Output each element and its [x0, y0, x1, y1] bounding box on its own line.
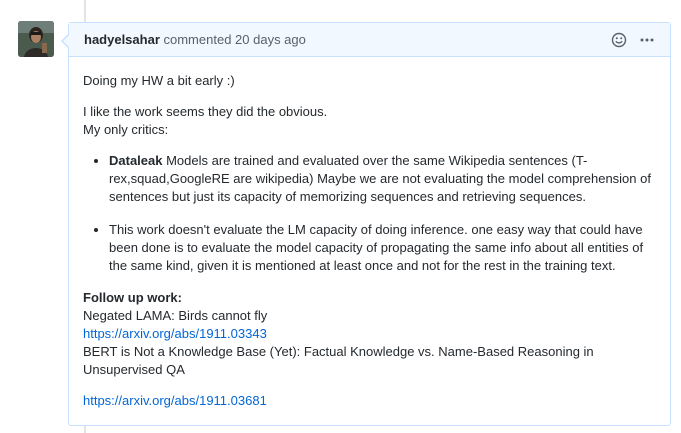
comment-body: Doing my HW a bit early :) I like the wo… — [69, 57, 670, 410]
reference-link[interactable]: https://arxiv.org/abs/1911.03343 — [83, 326, 267, 341]
critics-intro: I like the work seems they did the obvio… — [83, 103, 656, 139]
comment-header-text: hadyelsahar commented 20 days ago — [84, 32, 610, 47]
followup-section: Follow up work: Negated LAMA: Birds cann… — [83, 289, 656, 379]
reference-title: Negated LAMA: Birds cannot fly — [83, 308, 268, 323]
list-item: Dataleak Models are trained and evaluate… — [109, 152, 656, 206]
reference-link-paragraph: https://arxiv.org/abs/1911.03681 — [83, 392, 656, 410]
header-actions — [610, 31, 656, 49]
smiley-icon[interactable] — [610, 31, 628, 49]
avatar-image — [18, 21, 54, 57]
followup-heading: Follow up work: — [83, 290, 182, 305]
critics-list: Dataleak Models are trained and evaluate… — [83, 152, 656, 275]
avatar[interactable] — [18, 21, 54, 57]
intro-text: Doing my HW a bit early :) — [83, 73, 235, 88]
list-item-bold: Dataleak — [109, 153, 163, 168]
list-item: This work doesn't evaluate the LM capaci… — [109, 221, 656, 275]
reference-title: BERT is Not a Knowledge Base (Yet): Fact… — [83, 344, 594, 377]
comment-header: hadyelsahar commented 20 days ago — [69, 23, 670, 57]
list-item-text: Models are trained and evaluated over th… — [109, 153, 651, 204]
reference-link[interactable]: https://arxiv.org/abs/1911.03681 — [83, 393, 267, 408]
author-link[interactable]: hadyelsahar — [84, 32, 160, 47]
comment-box: hadyelsahar commented 20 days ago Doing … — [61, 22, 671, 426]
kebab-menu-icon[interactable] — [638, 31, 656, 49]
critics-line-2: My only critics: — [83, 122, 169, 137]
critics-line-1: I like the work seems they did the obvio… — [83, 104, 328, 119]
list-item-text: This work doesn't evaluate the LM capaci… — [109, 222, 644, 273]
comment-timestamp[interactable]: commented 20 days ago — [164, 32, 306, 47]
